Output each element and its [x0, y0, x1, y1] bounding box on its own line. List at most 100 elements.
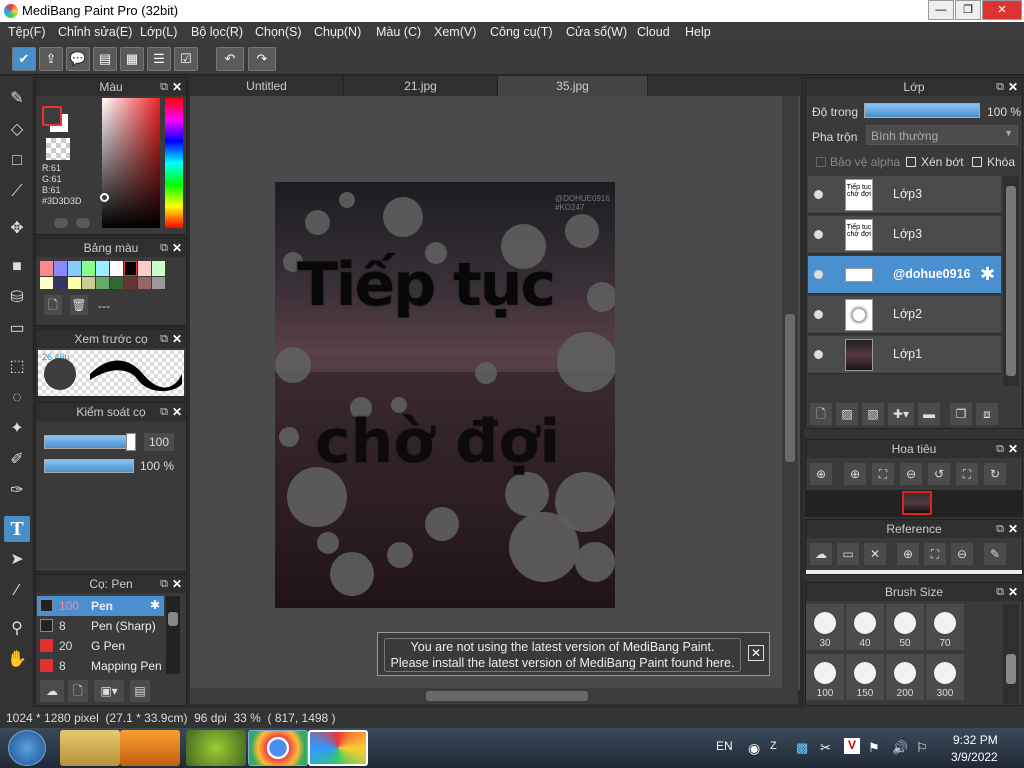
close-icon[interactable]: ✕	[1008, 440, 1018, 458]
palette-swatch[interactable]	[152, 261, 165, 276]
brush-settings-icon[interactable]: ▤	[130, 680, 150, 702]
palette-swatch[interactable]	[68, 276, 81, 289]
brush-size-30[interactable]: 30	[806, 604, 844, 650]
clock-time[interactable]: 9:32 PM	[953, 733, 998, 747]
palette-swatch[interactable]	[54, 261, 67, 276]
merge-layer-icon[interactable]: ⧈	[976, 403, 998, 425]
brush-size-scrollbar[interactable]	[1003, 604, 1019, 704]
brush-size-scroll-thumb[interactable]	[1006, 654, 1016, 684]
menu-cloud[interactable]: Cloud	[637, 25, 670, 39]
undock-icon[interactable]: ⧉	[996, 520, 1004, 538]
duplicate-layer-icon[interactable]: ❐	[950, 403, 972, 425]
saturation-picker[interactable]	[102, 98, 160, 228]
zoom-fit-icon[interactable]: ⊕	[810, 463, 832, 485]
brush-size-70[interactable]: 70	[926, 604, 964, 650]
close-reference-icon[interactable]: ✕	[864, 543, 886, 565]
app-green-icon[interactable]	[186, 730, 246, 766]
close-notice-icon[interactable]: ✕	[748, 645, 764, 661]
navigator-viewport[interactable]	[902, 491, 932, 515]
medibang-taskbar-icon[interactable]	[308, 730, 368, 766]
new-1bit-layer-icon[interactable]: ▧	[862, 403, 884, 425]
brush-tool-icon[interactable]: ✎	[4, 86, 30, 112]
new-brush-icon[interactable]: 🗋	[68, 680, 88, 702]
menu-file[interactable]: Tệp(F)	[8, 25, 46, 39]
flag-tray-icon[interactable]: ⚑	[868, 740, 880, 756]
layer-scroll-thumb[interactable]	[1006, 186, 1016, 376]
palette-swatch[interactable]	[82, 261, 95, 276]
rect-tool-icon[interactable]: □	[4, 148, 30, 174]
undock-icon[interactable]: ⧉	[996, 78, 1004, 96]
navigator-preview[interactable]	[806, 490, 1022, 516]
action-center-icon[interactable]: ⚐	[916, 740, 928, 756]
canvas-horizontal-scrollbar[interactable]	[190, 688, 798, 704]
layer-opacity-slider[interactable]	[864, 103, 980, 118]
palette-swatch[interactable]	[138, 276, 151, 289]
brush-item-mapping-pen[interactable]: 8 Mapping Pen	[37, 656, 164, 676]
hand-tool-icon[interactable]: ✋	[4, 647, 30, 673]
hue-slider[interactable]	[165, 98, 183, 228]
menu-filter[interactable]: Bộ lọc(R)	[191, 25, 243, 39]
close-button[interactable]: ✕	[982, 0, 1022, 20]
alpha-protect-checkbox[interactable]	[816, 157, 826, 167]
menu-color[interactable]: Màu (C)	[376, 25, 421, 39]
text-tool-icon[interactable]: T	[4, 516, 30, 542]
new-halftone-layer-icon[interactable]: ▨	[836, 403, 858, 425]
minimize-button[interactable]: —	[928, 0, 954, 20]
brush-menu-icon[interactable]: ▣▾	[94, 680, 124, 702]
palette-swatch[interactable]	[110, 261, 123, 276]
blend-mode-select[interactable]: Bình thường ▼	[866, 125, 1018, 145]
lasso-tool-icon[interactable]: ◌	[4, 385, 30, 411]
delete-palette-icon[interactable]: 🗑	[70, 295, 88, 315]
foreground-color-swatch[interactable]	[42, 106, 62, 126]
gear-icon[interactable]: ✱	[980, 264, 995, 285]
move-tool-icon[interactable]: ✥	[4, 216, 30, 242]
art-text-line2[interactable]: chờ đợi	[315, 407, 560, 477]
menu-help[interactable]: Help	[685, 25, 711, 39]
menu-select[interactable]: Chọn(S)	[255, 25, 302, 39]
undo-icon[interactable]: ↶	[216, 47, 244, 71]
clock-date[interactable]: 3/9/2022	[951, 750, 998, 764]
menu-view[interactable]: Xem(V)	[434, 25, 476, 39]
zalo-tray-icon[interactable]: Z	[770, 740, 777, 752]
lock-checkbox[interactable]	[972, 157, 982, 167]
divide-tool-icon[interactable]: ⁄	[4, 578, 30, 604]
maximize-button[interactable]: ❐	[955, 0, 981, 20]
brush-size-handle[interactable]	[126, 433, 136, 451]
gear-icon[interactable]: ✱	[150, 598, 160, 612]
redo-icon[interactable]: ↷	[248, 47, 276, 71]
layer-row[interactable]: Tiếp tục chờ đợi Lớp3	[808, 176, 1001, 214]
undock-icon[interactable]: ⧉	[160, 575, 168, 593]
menu-layer[interactable]: Lớp(L)	[140, 25, 177, 39]
new-layer-icon[interactable]: 🗋	[810, 403, 832, 425]
file-explorer-icon[interactable]	[60, 730, 120, 766]
palette-swatch[interactable]	[40, 276, 53, 289]
fill-rect-icon[interactable]: ■	[4, 254, 30, 280]
close-icon[interactable]: ✕	[1008, 520, 1018, 538]
cloud-download-icon[interactable]: ☁	[40, 680, 64, 702]
dot-brush-icon[interactable]: ⟋	[4, 179, 30, 205]
undock-icon[interactable]: ⧉	[160, 330, 168, 348]
undock-icon[interactable]: ⧉	[160, 403, 168, 421]
layer-row[interactable]: Tiếp tục chờ đợi Lớp3	[808, 216, 1001, 254]
close-icon[interactable]: ✕	[1008, 583, 1018, 601]
operation-tool-icon[interactable]: ➤	[4, 547, 30, 573]
open-folder-icon[interactable]: ▭	[837, 543, 859, 565]
menu-tools[interactable]: Công cụ(T)	[490, 25, 553, 39]
close-icon[interactable]: ✕	[172, 330, 182, 348]
reset-view-icon[interactable]: ⛶	[956, 463, 978, 485]
brush-size-value[interactable]: 100	[144, 433, 174, 451]
fit-window-icon[interactable]: ⛶	[872, 463, 894, 485]
select-eraser-icon[interactable]: ✑	[4, 478, 30, 504]
palette-swatch[interactable]	[68, 261, 81, 276]
menu-capture[interactable]: Chụp(N)	[314, 25, 361, 39]
visibility-icon[interactable]	[814, 230, 823, 239]
palette-swatch[interactable]	[40, 261, 53, 276]
undock-icon[interactable]: ⧉	[160, 78, 168, 96]
close-icon[interactable]: ✕	[1008, 78, 1018, 96]
palette-swatch[interactable]	[54, 276, 67, 289]
close-icon[interactable]: ✕	[172, 78, 182, 96]
fit-window-icon[interactable]: ⛶	[924, 543, 946, 565]
canvas-v-scroll-thumb[interactable]	[785, 314, 795, 462]
brush-size-150[interactable]: 150	[846, 654, 884, 700]
rotate-left-icon[interactable]: ↺	[928, 463, 950, 485]
